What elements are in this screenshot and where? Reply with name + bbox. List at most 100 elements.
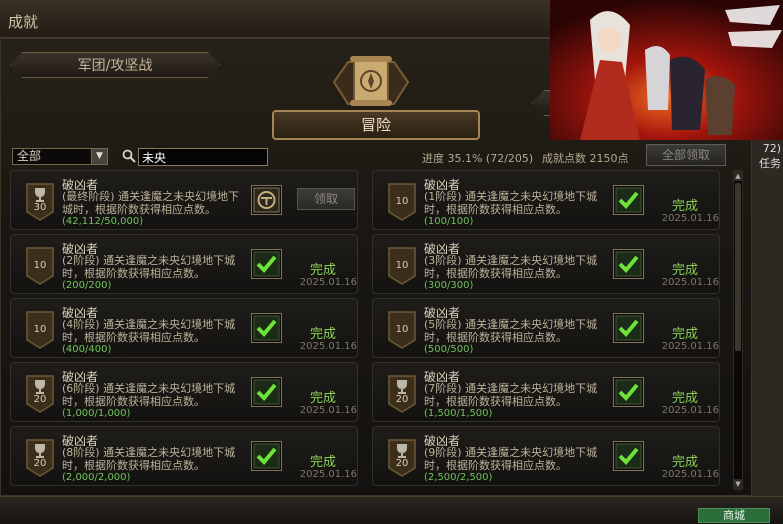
points-badge: 20 [386, 438, 418, 478]
achievement-count: (100/100) [424, 216, 474, 227]
achievement-desc: (1阶段) 通关逢魔之未央幻境地下城时，根据阶数获得相应点数。 [424, 190, 598, 216]
achievement-card: 10 破凶者 (5阶段) 通关逢魔之未央幻境地下城时，根据阶数获得相应点数。 (500… [372, 298, 720, 358]
completion-date: 2025.01.16 [299, 405, 357, 416]
points-badge: 10 [386, 310, 418, 350]
tab-adventure[interactable]: 冒险 [272, 110, 480, 140]
check-icon[interactable] [613, 441, 644, 471]
completion-date: 2025.01.16 [299, 469, 357, 480]
check-icon[interactable] [613, 377, 644, 407]
status-complete: 完成 [671, 199, 698, 214]
achievement-count: (200/200) [62, 280, 112, 291]
achievement-desc: (2阶段) 通关逢魔之未央幻境地下城时，根据阶数获得相应点数。 [62, 254, 236, 280]
achievement-desc: (3阶段) 通关逢魔之未央幻境地下城时，根据阶数获得相应点数。 [424, 254, 598, 280]
achievement-count: (2,000/2,000) [62, 472, 131, 483]
achievement-desc: (4阶段) 通关逢魔之未央幻境地下城时，根据阶数获得相应点数。 [62, 318, 236, 344]
chevron-down-icon[interactable]: ▼ [91, 149, 107, 164]
achievement-desc: (5阶段) 通关逢魔之未央幻境地下城时，根据阶数获得相应点数。 [424, 318, 598, 344]
achievement-card: 20 破凶者 (8阶段) 通关逢魔之未央幻境地下城时，根据阶数获得相应点数。 (2,0… [10, 426, 358, 486]
achievement-count: (2,500/2,500) [424, 472, 493, 483]
achievement-desc: (8阶段) 通关逢魔之未央幻境地下城时，根据阶数获得相应点数。 [62, 446, 236, 472]
bottom-toolbar [0, 496, 783, 524]
right-sidebar: 72) 任务 [752, 140, 783, 496]
points-value: 10 [33, 324, 47, 335]
status-complete: 完成 [671, 327, 698, 342]
achievement-desc: (6阶段) 通关逢魔之未央幻境地下城时，根据阶数获得相应点数。 [62, 382, 236, 408]
points-value: 30 [33, 202, 47, 213]
achievement-count: (300/300) [424, 280, 474, 291]
points-badge: 20 [24, 374, 56, 414]
points-badge: 20 [386, 374, 418, 414]
claim-button[interactable]: 领取 [297, 188, 355, 210]
points-value: 20 [33, 458, 47, 469]
points-value: 10 [395, 260, 409, 271]
points-badge: 20 [24, 438, 56, 478]
check-icon[interactable] [613, 249, 644, 279]
achievement-card: 30 破凶者 (最终阶段) 通关逢魔之未央幻境地下城时，根据阶数获得相应点数。 (42… [10, 170, 358, 230]
points-value: 20 [33, 394, 47, 405]
check-icon[interactable] [613, 313, 644, 343]
points-badge: 10 [24, 310, 56, 350]
achievement-card: 20 破凶者 (9阶段) 通关逢魔之未央幻境地下城时，根据阶数获得相应点数。 (2,5… [372, 426, 720, 486]
shop-button[interactable]: 商城 [698, 508, 770, 523]
sidebar-text-1: 72) [762, 142, 781, 155]
search-input[interactable] [138, 148, 268, 166]
achievement-desc: (7阶段) 通关逢魔之未央幻境地下城时，根据阶数获得相应点数。 [424, 382, 598, 408]
achievement-card: 20 破凶者 (6阶段) 通关逢魔之未央幻境地下城时，根据阶数获得相应点数。 (1,0… [10, 362, 358, 422]
status-complete: 完成 [309, 263, 336, 278]
completion-date: 2025.01.16 [299, 341, 357, 352]
completion-date: 2025.01.16 [661, 341, 719, 352]
claim-all-button[interactable]: 全部领取 [646, 144, 726, 166]
status-complete: 完成 [671, 391, 698, 406]
progress-text: 进度 35.1% (72/205) [422, 152, 534, 165]
check-icon[interactable] [251, 441, 282, 471]
scroll-down-icon[interactable]: ▼ [734, 479, 742, 489]
check-icon[interactable] [251, 377, 282, 407]
status-complete: 完成 [671, 455, 698, 470]
check-icon[interactable] [251, 313, 282, 343]
completion-date: 2025.01.16 [661, 277, 719, 288]
scroll-emblem-icon [332, 56, 410, 106]
achievement-count: (400/400) [62, 344, 112, 355]
completion-date: 2025.01.16 [299, 277, 357, 288]
status-complete: 完成 [309, 455, 336, 470]
status-complete: 完成 [309, 327, 336, 342]
check-icon[interactable] [613, 185, 644, 215]
category-dropdown-value: 全部 [17, 149, 42, 163]
game-banner-image [550, 0, 783, 140]
points-badge: 10 [386, 182, 418, 222]
status-complete: 完成 [671, 263, 698, 278]
achievement-card: 20 破凶者 (7阶段) 通关逢魔之未央幻境地下城时，根据阶数获得相应点数。 (1,5… [372, 362, 720, 422]
achievement-desc: (9阶段) 通关逢魔之未央幻境地下城时，根据阶数获得相应点数。 [424, 446, 598, 472]
achievement-count: (42,112/50,000) [62, 216, 144, 227]
window-title: 成就 [8, 13, 39, 31]
completion-date: 2025.01.16 [661, 469, 719, 480]
achievement-count: (1,500/1,500) [424, 408, 493, 419]
achievement-card: 10 破凶者 (1阶段) 通关逢魔之未央幻境地下城时，根据阶数获得相应点数。 (100… [372, 170, 720, 230]
search-icon [122, 149, 136, 163]
achievement-list: 30 破凶者 (最终阶段) 通关逢魔之未央幻境地下城时，根据阶数获得相应点数。 (42… [10, 168, 732, 490]
achievement-points-text: 成就点数 2150点 [542, 152, 629, 165]
achievement-desc: (最终阶段) 通关逢魔之未央幻境地下城时，根据阶数获得相应点数。 [62, 190, 240, 216]
points-badge: 10 [24, 246, 56, 286]
completion-date: 2025.01.16 [661, 213, 719, 224]
category-dropdown[interactable]: 全部 ▼ [12, 148, 108, 165]
list-scrollbar[interactable]: ▲ ▼ [733, 170, 743, 490]
status-complete: 完成 [309, 391, 336, 406]
reward-box-icon[interactable] [251, 185, 282, 215]
points-value: 20 [395, 394, 409, 405]
achievement-count: (1,000/1,000) [62, 408, 131, 419]
points-value: 10 [395, 196, 409, 207]
points-badge: 10 [386, 246, 418, 286]
tab-guild-siege[interactable]: 军团/攻坚战 [10, 52, 220, 78]
achievement-card: 10 破凶者 (3阶段) 通关逢魔之未央幻境地下城时，根据阶数获得相应点数。 (300… [372, 234, 720, 294]
achievement-card: 10 破凶者 (2阶段) 通关逢魔之未央幻境地下城时，根据阶数获得相应点数。 (200… [10, 234, 358, 294]
completion-date: 2025.01.16 [661, 405, 719, 416]
achievement-card: 10 破凶者 (4阶段) 通关逢魔之未央幻境地下城时，根据阶数获得相应点数。 (400… [10, 298, 358, 358]
scrollbar-thumb[interactable] [735, 183, 741, 351]
achievement-count: (500/500) [424, 344, 474, 355]
points-badge: 30 [24, 182, 56, 222]
check-icon[interactable] [251, 249, 282, 279]
points-value: 20 [395, 458, 409, 469]
scroll-up-icon[interactable]: ▲ [734, 171, 742, 181]
points-value: 10 [395, 324, 409, 335]
